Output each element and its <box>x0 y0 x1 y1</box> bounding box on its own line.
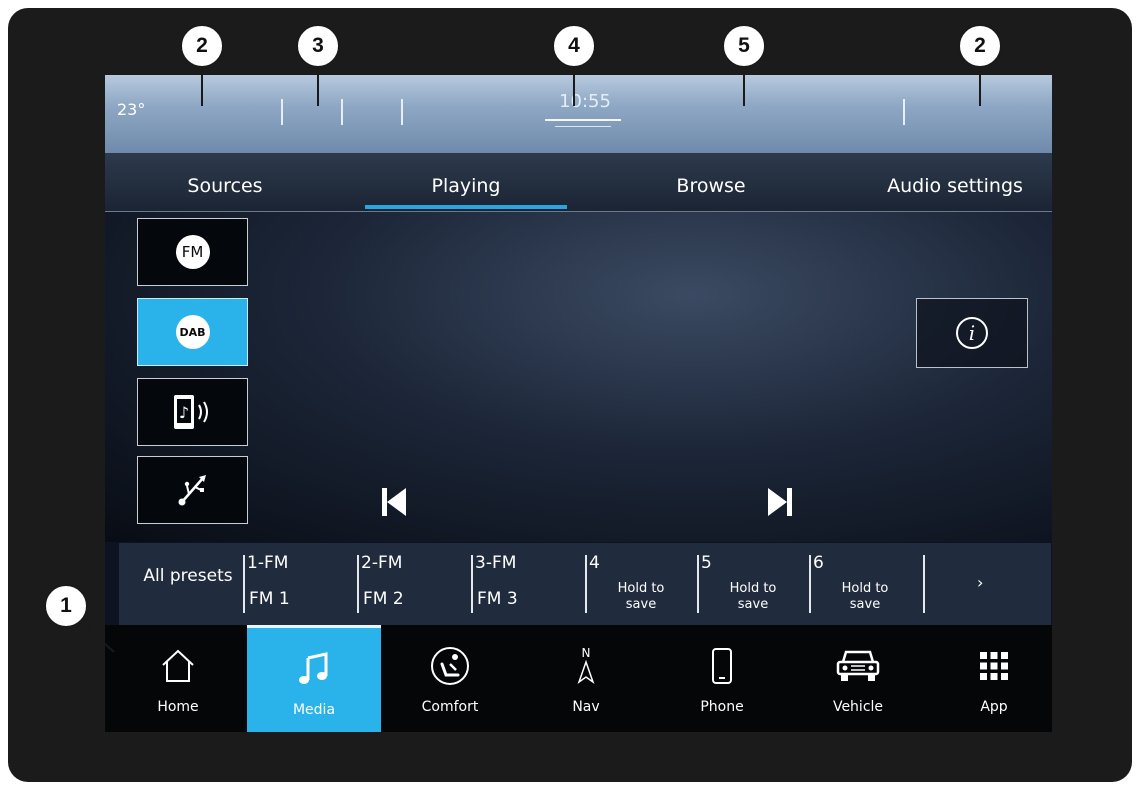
preset-6[interactable]: 6 Hold to save <box>809 543 921 625</box>
callout-leader-line <box>317 66 319 106</box>
status-divider <box>401 99 403 125</box>
nav-comfort-label: Comfort <box>421 699 479 715</box>
preset-station: FM 3 <box>477 589 518 609</box>
callout-number: 4 <box>552 24 596 68</box>
preset-divider <box>923 555 925 613</box>
nav-app[interactable]: App <box>927 625 1052 732</box>
active-tab-indicator <box>365 205 567 209</box>
nav-comfort[interactable]: Comfort <box>383 625 517 732</box>
all-presets-button[interactable]: All presets <box>143 567 233 585</box>
compass-arrow-icon: N <box>577 646 595 684</box>
callout-leader-line <box>573 66 575 106</box>
tab-playing[interactable]: Playing <box>365 175 567 197</box>
music-note-icon <box>299 652 328 684</box>
preset-station: FM 1 <box>249 589 290 609</box>
clock-underline <box>545 119 621 121</box>
nav-vehicle[interactable]: Vehicle <box>791 625 925 732</box>
phone-icon <box>712 648 732 684</box>
preset-number: 4 <box>589 553 600 573</box>
vehicle-icon <box>836 650 880 681</box>
usb-icon <box>178 475 206 506</box>
clock-underline <box>555 126 611 127</box>
more-presets-chevron-icon[interactable]: › <box>977 573 983 592</box>
tab-audio-settings[interactable]: Audio settings <box>865 175 1045 197</box>
preset-hold-to-save: Hold to save <box>617 581 665 612</box>
dab-icon: DAB <box>175 315 210 349</box>
preset-divider <box>809 555 811 613</box>
callout-leader-line <box>201 66 203 106</box>
preset-number: 2-FM <box>361 553 403 573</box>
nav-nav-label: Nav <box>572 699 600 715</box>
infotainment-screen: 23° 10:55 Sources Playing Browse Audio s… <box>105 75 1052 732</box>
nav-nav[interactable]: N Nav <box>519 625 653 732</box>
clock: 10:55 <box>559 91 611 112</box>
callout-number: 5 <box>722 24 766 68</box>
status-divider <box>903 99 905 125</box>
now-playing-area: FM DAB ♪ i <box>105 212 1052 542</box>
bluetooth-audio-icon: ♪ <box>173 395 208 429</box>
home-icon <box>162 649 194 682</box>
status-divider <box>281 99 283 125</box>
nav-app-label: App <box>980 699 1008 715</box>
app-grid-icon <box>980 652 1008 680</box>
source-fm-button[interactable]: FM <box>137 218 248 286</box>
tab-browse[interactable]: Browse <box>631 175 791 197</box>
preset-2[interactable]: 2-FM FM 2 <box>357 543 467 625</box>
preset-divider-end <box>923 543 943 625</box>
source-bluetooth-audio-button[interactable]: ♪ <box>137 378 248 446</box>
nav-vehicle-label: Vehicle <box>832 699 884 715</box>
temperature-readout: 23° <box>117 100 146 119</box>
nav-home[interactable]: Home <box>111 625 245 732</box>
preset-number: 6 <box>813 553 824 573</box>
nav-phone-label: Phone <box>700 699 744 715</box>
preset-number: 1-FM <box>247 553 289 573</box>
next-track-button[interactable] <box>765 485 795 519</box>
preset-hold-to-save: Hold to save <box>729 581 777 612</box>
callout-leader-line <box>979 66 981 106</box>
preset-3[interactable]: 3-FM FM 3 <box>471 543 581 625</box>
callout-number: 3 <box>296 24 340 68</box>
callout-number: 2 <box>180 24 224 68</box>
preset-divider <box>585 555 587 613</box>
callout-leader-line <box>743 66 745 106</box>
info-icon: i <box>956 317 988 349</box>
preset-5[interactable]: 5 Hold to save <box>697 543 809 625</box>
source-dab-button[interactable]: DAB <box>137 298 248 366</box>
info-button[interactable]: i <box>916 298 1028 368</box>
preset-divider <box>697 555 699 613</box>
callout-number: 2 <box>958 24 1002 68</box>
preset-number: 5 <box>701 553 712 573</box>
previous-track-button[interactable] <box>379 485 409 519</box>
bottom-nav-bar: Home Media Comfort N Nav Phone Vehicle A… <box>105 625 1052 732</box>
nav-media-label: Media <box>292 702 336 718</box>
preset-1[interactable]: 1-FM FM 1 <box>243 543 353 625</box>
preset-hold-to-save: Hold to save <box>841 581 889 612</box>
nav-home-label: Home <box>157 699 199 715</box>
fm-icon: FM <box>175 235 210 269</box>
source-usb-button[interactable] <box>137 456 248 524</box>
callout-number: 1 <box>44 584 88 628</box>
tab-sources[interactable]: Sources <box>145 175 305 197</box>
preset-number: 3-FM <box>475 553 517 573</box>
presets-bar: All presets 1-FM FM 1 2-FM FM 2 3-FM FM … <box>119 543 1051 625</box>
comfort-seat-icon <box>431 647 469 685</box>
preset-divider <box>471 555 473 613</box>
preset-divider <box>243 555 245 613</box>
compass-north-label: N <box>582 646 591 660</box>
media-tab-bar: Sources Playing Browse Audio settings <box>105 153 1052 212</box>
preset-divider <box>357 555 359 613</box>
nav-media[interactable]: Media <box>247 625 381 732</box>
status-bar: 23° 10:55 <box>105 75 1052 153</box>
status-divider <box>341 99 343 125</box>
preset-station: FM 2 <box>363 589 404 609</box>
nav-phone[interactable]: Phone <box>655 625 789 732</box>
preset-4[interactable]: 4 Hold to save <box>585 543 697 625</box>
svg-text:♪: ♪ <box>178 403 188 422</box>
